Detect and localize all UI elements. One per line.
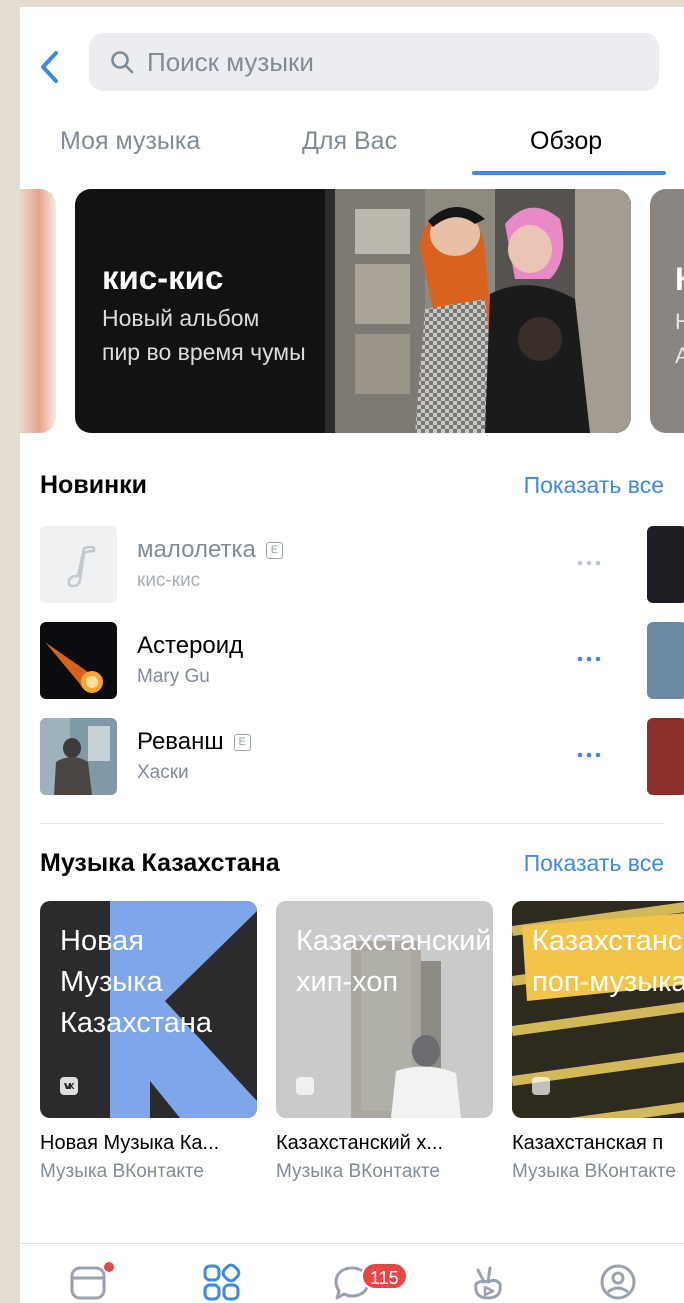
banner-next-sub2: А xyxy=(675,343,684,368)
track-name: малолетка E xyxy=(137,536,283,564)
playlist-subtitle: Музыка ВКонтакте xyxy=(40,1161,204,1182)
search-input[interactable]: Поиск музыки xyxy=(89,33,659,91)
services-icon[interactable] xyxy=(202,1262,242,1302)
music-screen: Поиск музыки Моя музыка Для Вас Обзор ки… xyxy=(20,7,684,1303)
playlist-artwork: Новая Музыка Казахстана xyxy=(40,901,257,1118)
art-line: поп-музыка xyxy=(532,966,684,998)
playlist-card[interactable]: Казахстанский хип-хоп Казахстанский х...… xyxy=(276,901,493,1183)
profile-icon[interactable] xyxy=(598,1262,638,1302)
playlist-art-text: Казахстанская поп-музыка xyxy=(532,921,684,1003)
track-artist: Хаски xyxy=(137,762,189,783)
banner-album-promo[interactable]: кис-кис Новый альбом пир во время чумы xyxy=(75,189,631,433)
playlist-title: Казахстанская п xyxy=(512,1132,664,1154)
active-tab-indicator xyxy=(472,171,666,175)
more-options-icon[interactable] xyxy=(576,556,602,570)
clips-icon[interactable] xyxy=(468,1262,508,1302)
bottom-tab-bar: 115 xyxy=(20,1243,684,1303)
explicit-icon: E xyxy=(233,733,251,751)
art-line: хип-хоп xyxy=(296,966,399,998)
next-column-cover[interactable] xyxy=(647,526,684,603)
next-column-cover[interactable] xyxy=(647,622,684,699)
track-title: малолетка xyxy=(137,536,256,563)
show-all-kazakhstan[interactable]: Показать все xyxy=(524,850,664,877)
playlist-art-text: Новая Музыка Казахстана xyxy=(60,921,212,1044)
track-cover xyxy=(40,718,117,795)
track-row[interactable]: Астероид Mary Gu xyxy=(40,622,650,700)
tab-my-music[interactable]: Моя музыка xyxy=(60,127,200,156)
playlist-artwork: Казахстанский хип-хоп xyxy=(276,901,493,1118)
art-line: Новая xyxy=(60,925,144,957)
playlist-card[interactable]: Новая Музыка Казахстана Новая Музыка Ка.… xyxy=(40,901,257,1183)
banner-next-title: К xyxy=(675,261,684,298)
messages-badge: 115 xyxy=(361,1262,408,1290)
vk-logo-icon xyxy=(532,1077,550,1095)
playlist-subtitle: Музыка ВКонтакте xyxy=(276,1161,440,1182)
section-title-new-releases: Новинки xyxy=(40,471,148,499)
vk-logo-icon xyxy=(296,1077,314,1095)
tab-for-you[interactable]: Для Вас xyxy=(302,127,397,156)
playlist-artwork: Казахстанская поп-музыка xyxy=(512,901,684,1118)
more-options-icon[interactable] xyxy=(576,652,602,666)
banner-title: кис-кис xyxy=(102,259,224,296)
art-line: Казахстанский xyxy=(296,925,492,957)
banner-photo xyxy=(325,189,631,433)
music-note-icon xyxy=(67,545,96,588)
banner-next-subtitle: Н А xyxy=(675,305,684,373)
banner-subtitle-1: Новый альбом xyxy=(102,305,260,331)
banner-next-sub1: Н xyxy=(675,309,684,334)
track-name: Астероид xyxy=(137,632,243,660)
track-row[interactable]: Реванш E Хаски xyxy=(40,718,650,796)
notification-dot xyxy=(104,1262,114,1272)
track-artist: кис-кис xyxy=(137,570,201,591)
music-tabs: Моя музыка Для Вас Обзор xyxy=(20,119,684,175)
news-feed-icon[interactable] xyxy=(68,1262,108,1302)
vk-logo-icon xyxy=(60,1077,78,1095)
track-artist: Mary Gu xyxy=(137,666,210,687)
tab-overview[interactable]: Обзор xyxy=(530,127,602,156)
search-icon xyxy=(111,51,134,74)
track-cover xyxy=(40,622,117,699)
section-divider xyxy=(40,823,664,824)
revanche-artwork xyxy=(40,718,117,795)
track-row[interactable]: малолетка E кис-кис xyxy=(40,526,650,604)
art-line: Казахстана xyxy=(60,1007,213,1039)
banner-next[interactable]: К Н А xyxy=(650,189,684,433)
art-line: Музыка xyxy=(60,966,163,998)
search-placeholder: Поиск музыки xyxy=(147,46,314,77)
playlist-art-text: Казахстанский хип-хоп xyxy=(296,921,491,1003)
art-line: Казахстанская xyxy=(532,925,684,957)
playlist-title: Новая Музыка Ка... xyxy=(40,1132,220,1154)
playlist-card[interactable]: Казахстанская поп-музыка Казахстанская п… xyxy=(512,901,684,1183)
track-title: Астероид xyxy=(137,632,244,659)
playlist-title: Казахстанский х... xyxy=(276,1132,444,1154)
track-name: Реванш E xyxy=(137,728,251,756)
banner-previous[interactable] xyxy=(20,189,56,433)
asteroid-artwork xyxy=(40,622,117,699)
show-all-new-releases[interactable]: Показать все xyxy=(524,472,664,499)
more-options-icon[interactable] xyxy=(576,748,602,762)
playlist-subtitle: Музыка ВКонтакте xyxy=(512,1161,676,1182)
banner-subtitle-2: пир во время чумы xyxy=(102,339,306,365)
explicit-icon: E xyxy=(265,541,283,559)
back-chevron-icon[interactable] xyxy=(36,47,64,87)
next-column-cover[interactable] xyxy=(647,718,684,795)
section-title-kazakhstan: Музыка Казахстана xyxy=(40,849,280,877)
track-title: Реванш xyxy=(137,728,224,755)
track-cover-placeholder xyxy=(40,526,117,603)
